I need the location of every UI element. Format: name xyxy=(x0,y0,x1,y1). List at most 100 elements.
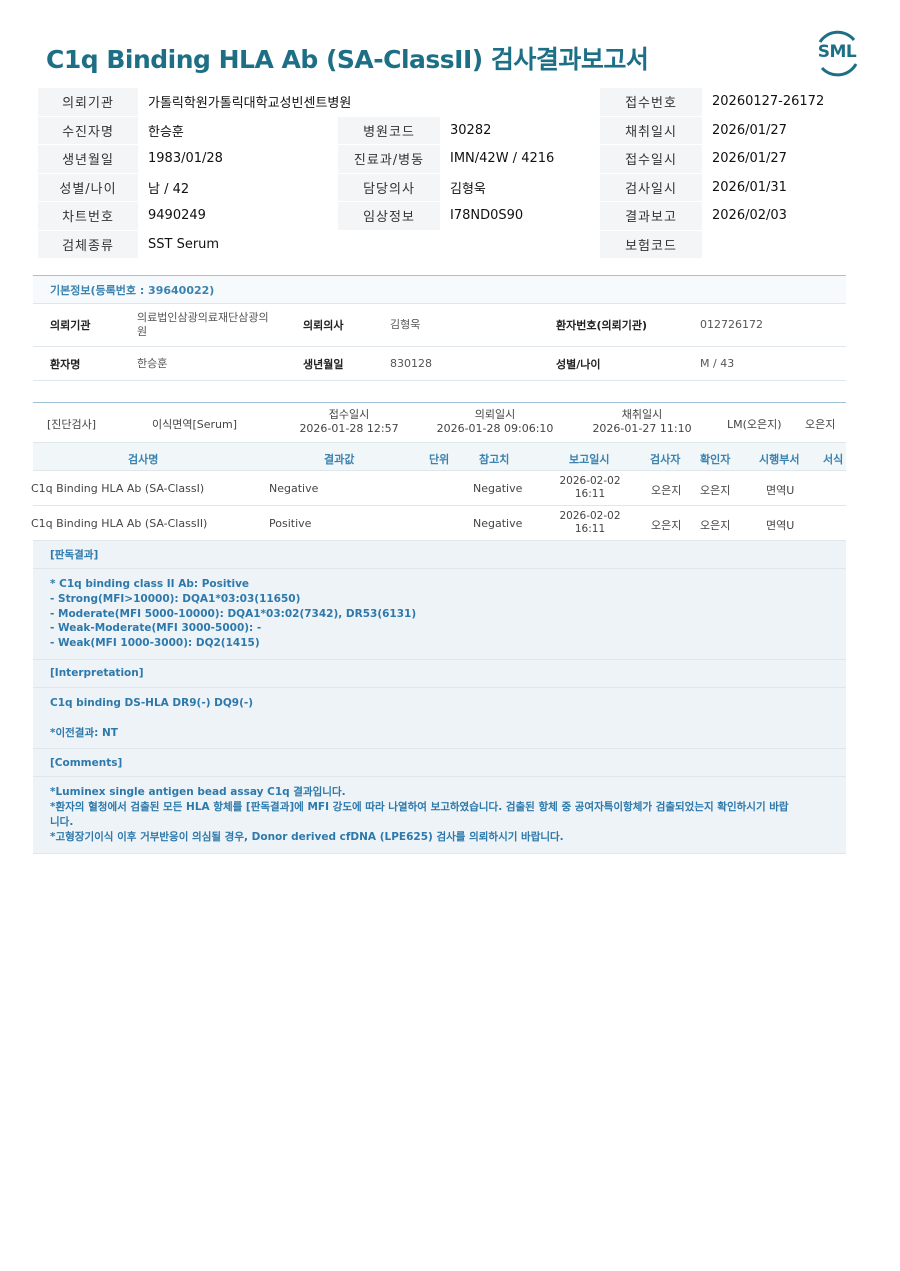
comments-heading: [Comments] xyxy=(33,749,846,778)
header-value: 9490249 xyxy=(148,208,206,224)
note-line: - Strong(MFI>10000): DQA1*03:03(11650) xyxy=(50,592,301,605)
cell-result: Negative xyxy=(269,482,319,495)
header-value xyxy=(702,231,864,259)
collected-value: 2026-01-27 11:10 xyxy=(592,422,692,435)
header-label: 담당의사 xyxy=(338,173,440,201)
value-institution-line2: 원 xyxy=(137,325,148,338)
cell-report-datetime: 2026-02-02 16:11 xyxy=(555,510,625,536)
header-label: 결과보고 xyxy=(600,202,702,230)
value-sex-age: M / 43 xyxy=(700,356,735,370)
results-summary-bar: [진단검사] 이식면역[Serum] 접수일시 2026-01-28 12:57… xyxy=(33,403,846,443)
cell-reference: Negative xyxy=(473,482,523,495)
header-value: 2026/01/27 xyxy=(712,151,787,167)
value-requesting-doctor: 김형욱 xyxy=(390,318,421,331)
test-department: 이식면역[Serum] xyxy=(152,418,238,431)
header-value: 20260127-26172 xyxy=(712,94,825,110)
header-label: 임상정보 xyxy=(338,202,440,230)
cell-report-time: 16:11 xyxy=(574,488,606,500)
judgement-body: * C1q binding class II Ab: Positive - Str… xyxy=(33,569,846,660)
header-label: 생년월일 xyxy=(38,145,138,173)
cell-tester: 오은지 xyxy=(651,484,682,497)
header-value: 남 / 42 xyxy=(148,181,190,197)
cell-confirmer: 오은지 xyxy=(700,519,731,532)
col-unit: 단위 xyxy=(429,453,450,466)
header-row: 생년월일 1983/01/28 진료과/병동 IMN/42W / 4216 접수일시 20… xyxy=(38,145,864,174)
header-label: 성별/나이 xyxy=(38,173,138,201)
note-line: *Luminex single antigen bead assay C1q 결… xyxy=(50,786,346,799)
value-patient-name: 한승훈 xyxy=(137,356,168,370)
note-line: - Moderate(MFI 5000-10000): DQA1*03:02(7… xyxy=(50,607,417,620)
header-info-table: 의뢰기관 가톨릭학원가톨릭대학교성빈센트병원 접수번호 20260127-26172 수… xyxy=(38,88,864,259)
basic-info-row: 환자명 한승훈 생년월일 830128 성별/나이 M / 43 xyxy=(33,347,846,381)
table-row: C1q Binding HLA Ab (SA-ClassII) Positive N… xyxy=(31,506,846,541)
basic-info-heading: 기본정보(등록번호 : 39640022) xyxy=(33,276,846,304)
received-value: 2026-01-28 12:57 xyxy=(299,422,399,435)
cell-reference: Negative xyxy=(473,517,523,530)
requested-label: 의뢰일시 xyxy=(474,408,516,421)
header-value: IMN/42W / 4216 xyxy=(450,151,555,167)
responsible-person: 오은지 xyxy=(805,418,836,431)
note-line: - Weak-Moderate(MFI 3000-5000): - xyxy=(50,622,262,635)
header-label: 검체종류 xyxy=(38,230,138,258)
header-value: 가톨릭학원가톨릭대학교성빈센트병원 xyxy=(148,96,352,112)
note-line: *고형장기이식 이후 거부반응이 의심될 경우, Donor derived c… xyxy=(50,830,564,843)
cell-report-time: 16:11 xyxy=(574,523,606,535)
col-reference: 참고치 xyxy=(479,453,510,466)
header-value: 김형욱 xyxy=(450,181,486,197)
col-form: 서식 xyxy=(823,453,844,466)
basic-info-section: 기본정보(등록번호 : 39640022) 의뢰기관 의료법인삼광의료재단삼광의… xyxy=(33,275,846,381)
header-value: SST Serum xyxy=(148,236,220,252)
basic-info-row: 의뢰기관 의료법인삼광의료재단삼광의 원 의뢰의사 김형욱 환자번호(의뢰기관)… xyxy=(33,304,846,347)
cell-confirmer: 오은지 xyxy=(700,484,731,497)
header-value: 한승훈 xyxy=(148,124,184,140)
header-label: 검사일시 xyxy=(600,173,702,201)
logo-text: SML xyxy=(817,42,857,62)
lm-person: LM(오은지) xyxy=(727,418,782,431)
cell-test-name: C1q Binding HLA Ab (SA-ClassII) xyxy=(31,517,208,530)
interpretation-heading: [Interpretation] xyxy=(33,660,846,688)
sml-logo: SML xyxy=(812,28,862,78)
results-table-header: 검사명 결과값 단위 참고치 보고일시 검사자 확인자 시행부서 서식 xyxy=(33,443,846,471)
col-test-name: 검사명 xyxy=(128,453,159,466)
header-label: 수진자명 xyxy=(38,116,138,144)
received-label: 접수일시 xyxy=(328,408,370,421)
value-institution-line1: 의료법인삼광의료재단삼광의 xyxy=(137,311,269,324)
header-value: 30282 xyxy=(450,122,492,138)
value-requesting-institution: 의료법인삼광의료재단삼광의 원 xyxy=(137,311,303,339)
value-birth-date: 830128 xyxy=(390,356,432,370)
interpretation-body: C1q binding DS-HLA DR9(-) DQ9(-) *이전결과: N… xyxy=(33,688,846,750)
header-row: 수진자명 한승훈 병원코드 30282 채취일시 2026/01/27 xyxy=(38,116,864,145)
table-row: C1q Binding HLA Ab (SA-ClassI) Negative Ne… xyxy=(31,471,846,506)
col-department: 시행부서 xyxy=(759,453,800,466)
requested-value: 2026-01-28 09:06:10 xyxy=(436,422,554,435)
comments-body: *Luminex single antigen bead assay C1q 결… xyxy=(33,777,846,854)
cell-department: 면역U xyxy=(766,484,795,497)
header-label: 접수일시 xyxy=(600,145,702,173)
requested-datetime: 의뢰일시 2026-01-28 09:06:10 xyxy=(435,408,555,436)
header-row: 의뢰기관 가톨릭학원가톨릭대학교성빈센트병원 접수번호 20260127-26172 xyxy=(38,88,864,117)
cell-report-datetime: 2026-02-02 16:11 xyxy=(555,475,625,501)
header-value: 2026/01/31 xyxy=(712,179,787,195)
header-label: 보험코드 xyxy=(600,230,702,258)
label-requesting-institution: 의뢰기관 xyxy=(50,319,91,332)
cell-department: 면역U xyxy=(766,519,795,532)
label-sex-age: 성별/나이 xyxy=(556,357,601,371)
col-confirmer: 확인자 xyxy=(700,453,731,466)
header-value: I78ND0S90 xyxy=(450,208,524,224)
label-requesting-doctor: 의뢰의사 xyxy=(303,319,344,332)
header-label: 차트번호 xyxy=(38,202,138,230)
label-birth-date: 생년월일 xyxy=(303,357,344,371)
header-label: 채취일시 xyxy=(600,116,702,144)
cell-report-date: 2026-02-02 xyxy=(559,475,621,487)
collected-label: 채취일시 xyxy=(621,408,663,421)
label-patient-name: 환자명 xyxy=(50,357,81,371)
header-row: 검체종류 SST Serum 보험코드 xyxy=(38,230,864,259)
note-line: *이전결과: NT xyxy=(50,726,118,739)
note-line: * C1q binding class II Ab: Positive xyxy=(50,578,250,590)
note-line: *환자의 혈청에서 검출된 모든 HLA 항체를 [판독결과]에 MFI 강도에… xyxy=(50,801,789,814)
report-title: C1q Binding HLA Ab (SA-ClassII) 검사결과보고서 xyxy=(46,45,649,74)
judgement-heading: [판독결과] xyxy=(33,541,846,569)
received-datetime: 접수일시 2026-01-28 12:57 xyxy=(299,408,399,436)
header-value: 1983/01/28 xyxy=(148,151,223,167)
test-category: [진단검사] xyxy=(47,418,97,431)
